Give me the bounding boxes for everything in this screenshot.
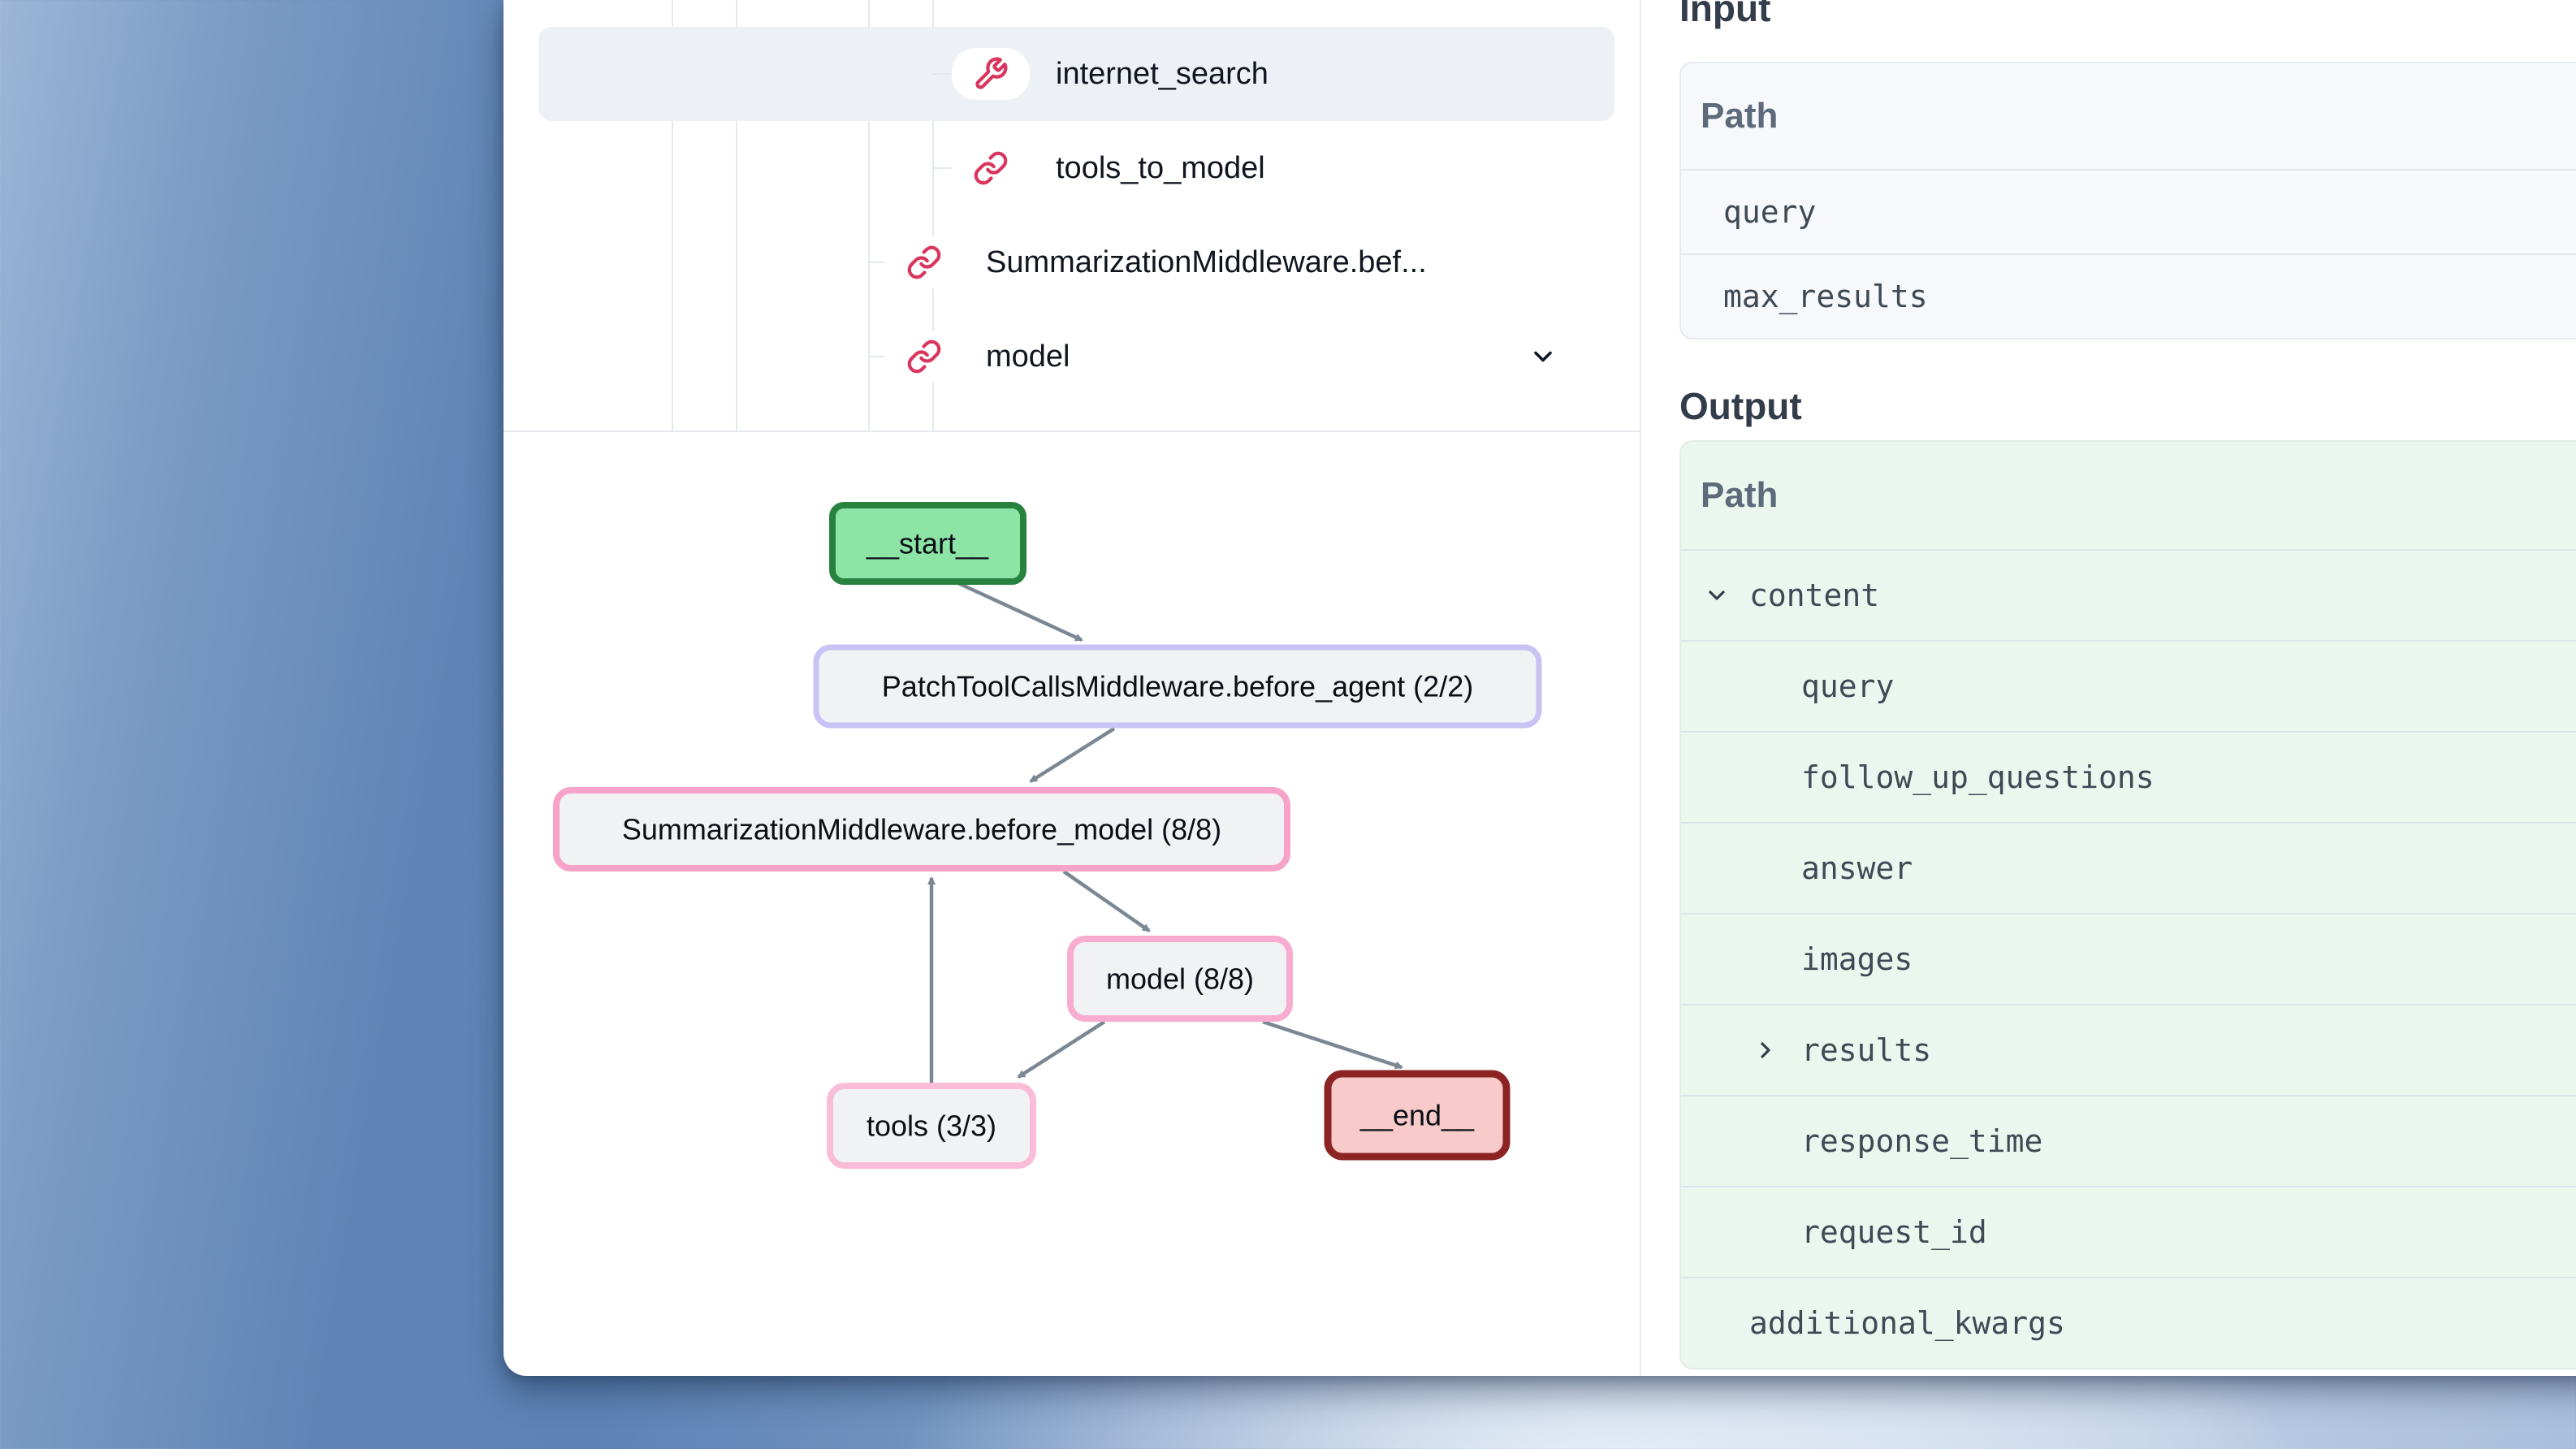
schema-row-query: query xyxy=(1681,171,2576,253)
trace-window: internet_searchtools_to_modelSummarizati… xyxy=(504,0,2576,1376)
schema-row-follow_up_questions: follow_up_questions xyxy=(1681,731,2576,822)
tree-connector-line xyxy=(868,356,885,357)
schema-row-answer: answer xyxy=(1681,822,2576,913)
schema-row-response_time: response_time xyxy=(1681,1095,2576,1186)
tool-run-icon-box xyxy=(952,48,1030,100)
graph-node-tools-label: tools (3/3) xyxy=(867,1109,996,1143)
tree-row-label: model xyxy=(986,309,1070,404)
chevron-down-icon[interactable] xyxy=(1704,582,1730,608)
chevron-down-icon[interactable] xyxy=(1528,342,1558,375)
graph-node-patch-label: PatchToolCallsMiddleware.before_agent (2… xyxy=(882,670,1473,703)
graph-node-model[interactable]: model (8/8) xyxy=(1070,939,1290,1019)
wrench-icon xyxy=(973,56,1009,92)
schema-path-label: images xyxy=(1681,941,1913,977)
tree-row-label: tools_to_model xyxy=(1056,121,1265,215)
edge-start-patch xyxy=(958,583,1082,640)
graph-node-tools[interactable]: tools (3/3) xyxy=(830,1086,1033,1166)
tree-connector-line xyxy=(932,167,952,169)
schema-row-results[interactable]: results xyxy=(1681,1004,2576,1095)
output-section-title: Output xyxy=(1679,385,2576,427)
tree-row-internet-search[interactable]: internet_search xyxy=(504,27,1640,121)
edge-model-end xyxy=(1263,1022,1402,1067)
chevron-right-icon[interactable] xyxy=(1753,1037,1779,1063)
chain-run-icon-box xyxy=(885,236,963,288)
edge-model-tools xyxy=(1018,1022,1104,1077)
graph-node-model-label: model (8/8) xyxy=(1106,962,1254,996)
output-table-header: Path xyxy=(1681,442,2576,551)
link-icon xyxy=(973,150,1009,186)
graph-node-summ-label: SummarizationMiddleware.before_model (8/… xyxy=(622,813,1221,846)
tree-row-summarizationmiddleware-bef-[interactable]: SummarizationMiddleware.bef... xyxy=(504,215,1640,309)
tree-row-tools-to-model[interactable]: tools_to_model xyxy=(504,121,1640,215)
run-graph: __start__ PatchToolCallsMiddleware.befor… xyxy=(504,430,1640,1376)
tree-row-model[interactable]: model xyxy=(504,309,1640,404)
schema-path-label: request_id xyxy=(1681,1214,1987,1250)
schema-path-label: max_results xyxy=(1681,279,1928,314)
schema-path-label: follow_up_questions xyxy=(1681,759,2155,795)
schema-row-max_results: max_results xyxy=(1681,253,2576,338)
graph-node-end[interactable]: __end__ xyxy=(1328,1074,1506,1157)
graph-node-summarization-middleware[interactable]: SummarizationMiddleware.before_model (8/… xyxy=(556,790,1287,868)
edge-summ-model xyxy=(1064,872,1149,931)
trace-left-pane: internet_searchtools_to_modelSummarizati… xyxy=(504,0,1640,1376)
input-path-table: Path query max_results xyxy=(1679,62,2576,340)
tree-connector-line xyxy=(868,262,885,263)
graph-node-start[interactable]: __start__ xyxy=(832,505,1023,582)
schema-path-label: additional_kwargs xyxy=(1681,1305,2065,1341)
tree-row-label: SummarizationMiddleware.bef... xyxy=(986,215,1427,309)
schema-path-label: query xyxy=(1681,668,1894,704)
io-schema-pane: Input Path query max_results Output Path … xyxy=(1641,0,2576,1376)
tree-row-label: internet_search xyxy=(1056,27,1269,121)
output-path-table: Path content query follow_up_questionsansw… xyxy=(1679,440,2576,1369)
graph-node-patch-middleware[interactable]: PatchToolCallsMiddleware.before_agent (2… xyxy=(816,647,1539,725)
edge-patch-summ xyxy=(1031,729,1114,781)
link-icon xyxy=(906,339,942,374)
chain-run-icon-box xyxy=(952,142,1030,194)
schema-row-additional_kwargs: additional_kwargs xyxy=(1681,1277,2576,1368)
schema-path-label: query xyxy=(1681,194,1816,230)
schema-path-label: results xyxy=(1681,1032,1931,1068)
schema-path-label: response_time xyxy=(1681,1123,2042,1159)
schema-row-images: images xyxy=(1681,913,2576,1004)
tree-connector-line xyxy=(932,73,952,75)
schema-row-request_id: request_id xyxy=(1681,1186,2576,1277)
graph-node-start-label: __start__ xyxy=(866,527,989,560)
schema-path-label: answer xyxy=(1681,850,1913,886)
graph-node-end-label: __end__ xyxy=(1359,1099,1475,1132)
schema-row-content[interactable]: content xyxy=(1681,551,2576,640)
chain-run-icon-box xyxy=(885,331,963,383)
run-tree: internet_searchtools_to_modelSummarizati… xyxy=(504,0,1640,432)
input-table-header: Path xyxy=(1681,63,2576,171)
schema-row-query: query xyxy=(1681,640,2576,731)
input-section-title: Input xyxy=(1679,0,2576,28)
link-icon xyxy=(906,244,942,280)
